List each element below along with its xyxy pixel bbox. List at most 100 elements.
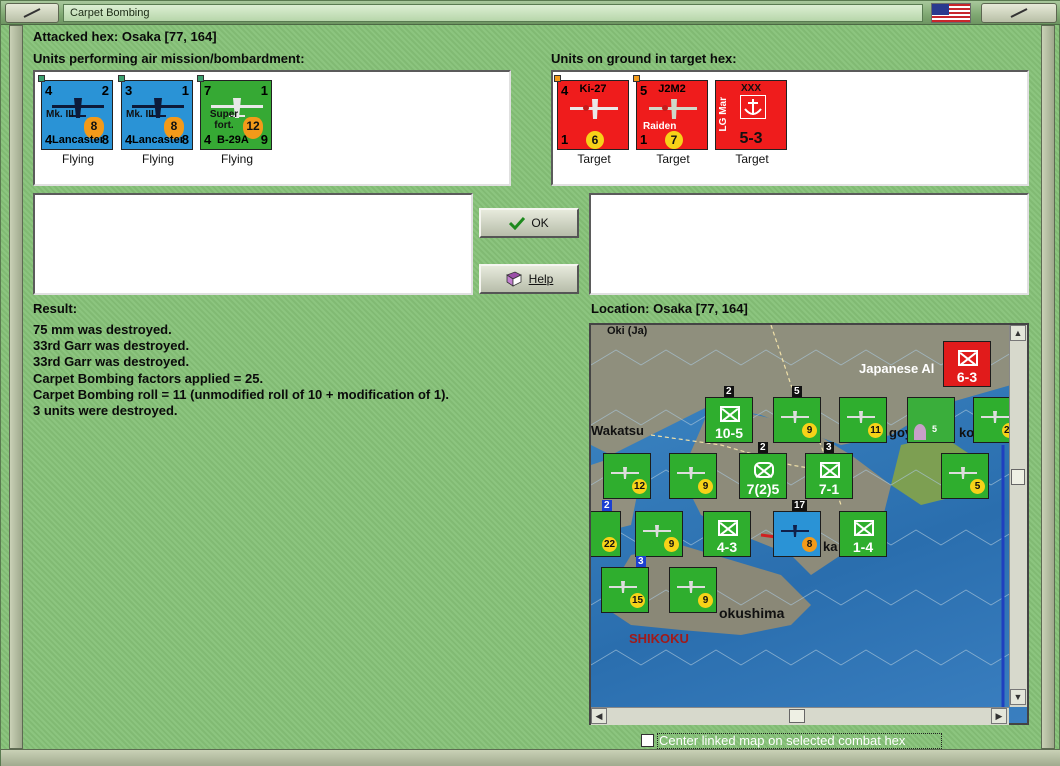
unit-status-caption: Target bbox=[577, 152, 611, 166]
air-units-panel: 4 2 Mk. III 8 4 Lancaster 8 Flying 3 1 M… bbox=[33, 70, 511, 186]
counter-range: 9 bbox=[698, 479, 713, 494]
unit-status-caption: Flying bbox=[61, 152, 94, 166]
map-air-counter[interactable]: 9 bbox=[669, 567, 717, 613]
counter-strength: 5 bbox=[932, 424, 938, 434]
map-air-counter[interactable]: 2 22 bbox=[591, 500, 621, 557]
air-unit-counter[interactable]: 3 1 Mk. III 8 4 Lancaster 8 bbox=[118, 75, 193, 150]
map-air-counter[interactable]: 17 8 bbox=[773, 500, 821, 557]
scroll-up-icon[interactable]: ▲ bbox=[1010, 325, 1026, 341]
map-facility-counter[interactable]: 5 bbox=[907, 397, 955, 443]
map-air-counter[interactable]: 5 bbox=[941, 453, 989, 499]
window-close-button[interactable] bbox=[981, 3, 1057, 23]
plane-icon bbox=[781, 411, 809, 423]
map-unit-counter[interactable]: 4-3 bbox=[703, 511, 751, 557]
map-enemy-counter[interactable]: 6-3 bbox=[943, 341, 991, 387]
counter-value: 4 bbox=[204, 132, 212, 147]
counter-model: Mk. III bbox=[126, 109, 154, 120]
location-map[interactable]: Oki (Ja) Japanese Al Wakatsu goy ko ka o… bbox=[589, 323, 1029, 725]
plane-icon bbox=[949, 467, 977, 479]
close-icon bbox=[1010, 8, 1028, 18]
map-air-counter[interactable]: 9 bbox=[669, 453, 717, 499]
window-minimize-button[interactable] bbox=[5, 3, 59, 23]
counter-badge: 6 bbox=[586, 131, 604, 149]
scroll-right-icon[interactable]: ▶ bbox=[991, 708, 1007, 724]
map-place-label: SHIKOKU bbox=[629, 631, 689, 646]
fighter-plane-icon bbox=[570, 99, 618, 119]
map-vertical-scrollbar[interactable]: ▲ ▼ bbox=[1009, 325, 1027, 707]
map-place-label: Wakatsu bbox=[591, 423, 644, 438]
plane-icon bbox=[643, 525, 671, 537]
counter-name: B-29A bbox=[217, 134, 249, 146]
counter-range: 9 bbox=[698, 593, 713, 608]
map-unit-counter[interactable]: 1-4 bbox=[839, 511, 887, 557]
ground-unit-counter[interactable]: 4 Ki-27 1 6 bbox=[554, 75, 629, 150]
help-book-icon bbox=[505, 271, 522, 287]
help-button-label: Help bbox=[528, 272, 554, 286]
checkmark-icon bbox=[509, 216, 526, 230]
counter-range: 12 bbox=[632, 479, 647, 494]
counter-strength: 10-5 bbox=[714, 425, 744, 441]
counter-value: 1 bbox=[640, 132, 648, 147]
counter-strength: 1-4 bbox=[852, 539, 874, 555]
air-unit-counter[interactable]: 7 1 Super fort. 12 4 B-29A 9 bbox=[197, 75, 272, 150]
ground-unit-counter[interactable]: XXX LG Mar 5-3 bbox=[715, 80, 787, 150]
us-flag-icon bbox=[931, 3, 971, 23]
stack-count: 2 bbox=[758, 442, 768, 453]
air-unit-slot[interactable]: 3 1 Mk. III 8 4 Lancaster 8 Flying bbox=[118, 75, 195, 166]
bomber-plane-icon bbox=[781, 525, 809, 537]
map-air-counter[interactable]: 3 15 bbox=[601, 556, 649, 613]
map-unit-counter[interactable]: 2 7(2)5 bbox=[739, 442, 787, 499]
unit-status-caption: Target bbox=[735, 152, 769, 166]
scroll-left-icon[interactable]: ◀ bbox=[591, 708, 607, 724]
status-marker-icon bbox=[197, 75, 204, 82]
map-place-label: Oki (Ja) bbox=[607, 325, 648, 337]
anchor-icon bbox=[740, 95, 766, 119]
ground-unit-slot[interactable]: XXX LG Mar 5-3 Target bbox=[715, 80, 789, 166]
ground-unit-counter[interactable]: 5 J2M2 Raiden 1 7 bbox=[633, 75, 708, 150]
plane-icon bbox=[677, 581, 705, 593]
counter-value: 1 bbox=[561, 132, 569, 147]
plane-icon bbox=[847, 411, 875, 423]
ground-unit-detail-panel bbox=[589, 193, 1029, 295]
air-unit-slot[interactable]: 7 1 Super fort. 12 4 B-29A 9 Flying bbox=[197, 75, 274, 166]
map-horizontal-scrollbar[interactable]: ◀ ▶ bbox=[591, 707, 1009, 725]
scroll-down-icon[interactable]: ▼ bbox=[1010, 689, 1026, 705]
counter-range: 11 bbox=[868, 423, 883, 438]
map-place-label: okushima bbox=[719, 605, 785, 621]
map-air-counter[interactable]: 9 bbox=[635, 511, 683, 557]
counter-strength: 7(2)5 bbox=[746, 481, 780, 497]
center-map-checkbox[interactable] bbox=[641, 734, 654, 747]
counter-range: 5 bbox=[970, 479, 985, 494]
oil-facility-icon bbox=[914, 424, 926, 440]
map-unit-counter[interactable]: 3 7-1 bbox=[805, 442, 853, 499]
ground-units-panel: 4 Ki-27 1 6 Target 5 J2M2 Raiden 1 7 Tar… bbox=[551, 70, 1029, 186]
counter-strength: 7-1 bbox=[818, 481, 840, 497]
map-air-counter[interactable]: 11 bbox=[839, 397, 887, 443]
ground-unit-slot[interactable]: 5 J2M2 Raiden 1 7 Target bbox=[633, 75, 710, 166]
result-log: 75 mm was destroyed. 33rd Garr was destr… bbox=[33, 322, 449, 419]
counter-name: LG Mar bbox=[718, 97, 729, 132]
stack-count: 3 bbox=[824, 442, 834, 453]
map-air-counter[interactable]: 12 bbox=[603, 453, 651, 499]
air-unit-slot[interactable]: 4 2 Mk. III 8 4 Lancaster 8 Flying bbox=[38, 75, 115, 166]
map-place-label: Japanese Al bbox=[859, 361, 935, 376]
right-frame-rail bbox=[1041, 25, 1055, 749]
counter-range: 8 bbox=[802, 537, 817, 552]
air-unit-counter[interactable]: 4 2 Mk. III 8 4 Lancaster 8 bbox=[38, 75, 113, 150]
counter-size: XXX bbox=[740, 83, 761, 94]
map-unit-counter[interactable]: 2 10-5 bbox=[705, 386, 753, 443]
title-bar: Carpet Bombing bbox=[1, 1, 1060, 25]
map-air-counter[interactable]: 5 9 bbox=[773, 386, 821, 443]
scroll-thumb[interactable] bbox=[789, 709, 805, 723]
result-label: Result: bbox=[33, 301, 78, 316]
help-button[interactable]: Help bbox=[479, 264, 579, 294]
scroll-thumb[interactable] bbox=[1011, 469, 1025, 485]
ok-button[interactable]: OK bbox=[479, 208, 579, 238]
stack-count: 3 bbox=[636, 556, 646, 567]
counter-range: 9 bbox=[664, 537, 679, 552]
center-map-checkbox-label[interactable]: Center linked map on selected combat hex bbox=[657, 733, 942, 749]
ground-unit-slot[interactable]: 4 Ki-27 1 6 Target bbox=[554, 75, 631, 166]
counter-name: Lancaster bbox=[52, 134, 104, 146]
counter-strength: 4-3 bbox=[716, 539, 738, 555]
stack-count: 2 bbox=[602, 500, 612, 511]
